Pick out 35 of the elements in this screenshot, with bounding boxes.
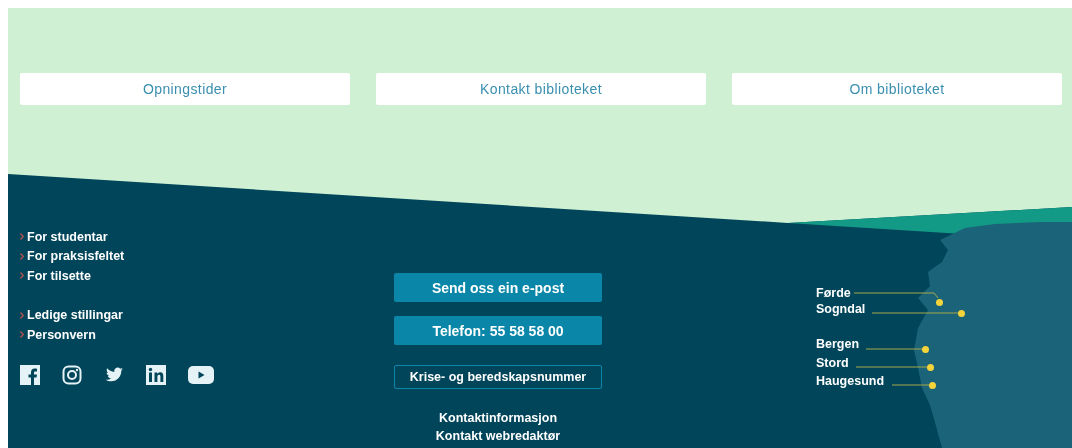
nav-link-button[interactable]: Kontakt biblioteket — [376, 73, 706, 105]
location-dot — [921, 345, 929, 353]
location-label: Bergen — [816, 337, 860, 351]
footer-link[interactable]: Kontaktinformasjon — [438, 409, 558, 427]
leader-line — [856, 366, 927, 368]
leader-line — [892, 384, 929, 386]
location-label: Stord — [816, 356, 849, 370]
footer-link[interactable]: For praksisfeltet — [27, 249, 125, 264]
linkedin-icon[interactable] — [146, 364, 166, 385]
contact-button[interactable]: Telefon: 55 58 58 00 — [394, 316, 602, 345]
location-dot — [926, 363, 934, 371]
footer-link[interactable]: Kontakt webredaktør — [435, 427, 561, 445]
contact-button[interactable]: Send oss ein e-post — [394, 273, 602, 302]
facebook-icon[interactable] — [20, 364, 40, 385]
chevron-icon — [20, 272, 24, 280]
footer-link[interactable]: For studentar — [27, 229, 108, 244]
footer-link[interactable]: Personvern — [27, 327, 96, 342]
instagram-icon[interactable] — [62, 364, 82, 385]
video-play-icon[interactable] — [188, 365, 214, 384]
chevron-icon — [20, 252, 24, 260]
footer-link[interactable]: For tilsette — [27, 268, 91, 283]
chevron-icon — [20, 233, 24, 241]
chevron-icon — [20, 331, 24, 339]
location-label: Sogndal — [816, 302, 866, 316]
location-label: Haugesund — [816, 374, 885, 388]
location-dot — [935, 298, 943, 306]
footer-link[interactable]: Ledige stillingar — [27, 308, 123, 323]
contact-button[interactable]: Krise- og beredskapsnummer — [394, 365, 602, 389]
leader-line — [866, 348, 922, 350]
location-label: Førde — [816, 286, 851, 300]
location-dot — [928, 381, 936, 389]
nav-link-button[interactable]: Om biblioteket — [732, 73, 1062, 105]
chevron-icon — [20, 311, 24, 319]
location-dot — [957, 309, 965, 317]
nav-link-button[interactable]: Opningstider — [20, 73, 350, 105]
